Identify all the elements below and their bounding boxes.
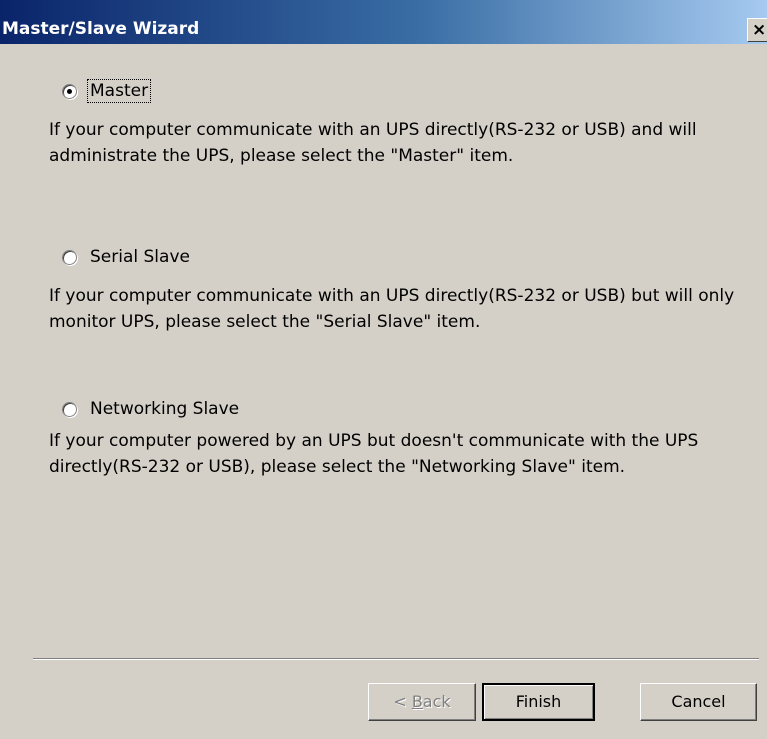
radio-networking-slave-label[interactable]: Networking Slave [88,398,241,420]
radio-networking-slave[interactable]: Networking Slave [62,397,241,421]
close-button[interactable]: × [747,18,767,42]
master-description: If your computer communicate with an UPS… [49,120,697,166]
serial-slave-description: If your computer communicate with an UPS… [49,286,735,332]
cancel-button[interactable]: Cancel [640,683,757,721]
button-separator [33,658,759,660]
networking-slave-description: If your computer powered by an UPS but d… [49,431,699,477]
close-icon: × [752,20,767,40]
radio-serial-slave-label[interactable]: Serial Slave [88,246,192,268]
back-button-rest: ack [422,692,451,711]
window-title: Master/Slave Wizard [2,19,200,39]
back-button-mnemonic: B [411,692,423,711]
wizard-window: Master/Slave Wizard × Master If your com… [0,0,767,739]
back-button-prefix: < [393,692,412,711]
radio-master-button[interactable] [62,83,77,99]
radio-networking-slave-button[interactable] [62,401,77,417]
finish-button[interactable]: Finish [482,683,595,721]
radio-serial-slave-button[interactable] [62,249,77,265]
radio-master[interactable]: Master [62,79,152,103]
radio-selected-dot [67,88,72,94]
radio-serial-slave[interactable]: Serial Slave [62,245,192,269]
radio-master-label[interactable]: Master [86,79,152,103]
back-button[interactable]: < Back [368,683,476,721]
title-bar[interactable]: Master/Slave Wizard × [0,0,767,44]
